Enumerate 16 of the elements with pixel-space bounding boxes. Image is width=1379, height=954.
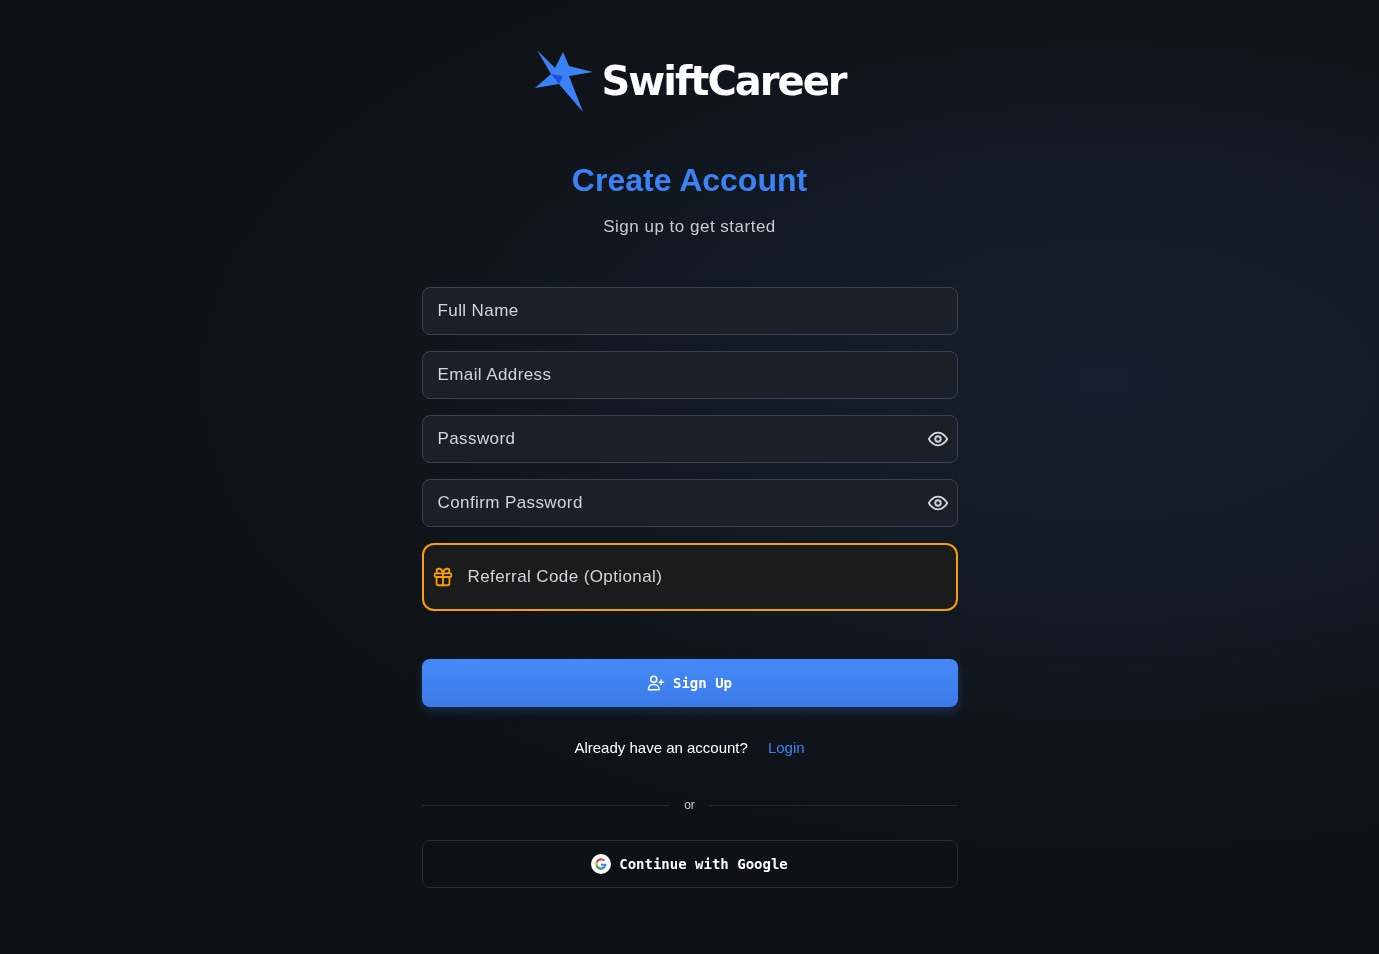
login-link[interactable]: Login	[767, 739, 805, 756]
password-field[interactable]: Password	[421, 415, 958, 463]
google-sign-in-button[interactable]: Continue with Google	[421, 840, 958, 888]
user-plus-icon	[647, 674, 665, 692]
brand-name: SwiftCareer	[601, 58, 846, 104]
referral-code-field[interactable]: Referral Code (Optional)	[421, 543, 958, 611]
page-subheading: Sign up to get started	[603, 217, 776, 237]
google-g-icon	[591, 854, 612, 874]
divider-label: or	[684, 798, 695, 812]
login-prompt: Already have an account?	[574, 739, 748, 756]
password-field[interactable]: Confirm Password	[421, 479, 958, 527]
gift-icon	[431, 566, 454, 588]
page-heading: Create Account	[571, 162, 808, 199]
input-field[interactable]: Full Name	[421, 287, 958, 335]
input-field[interactable]: Email Address	[421, 351, 958, 399]
sign-up-button[interactable]: Sign Up	[421, 659, 958, 707]
